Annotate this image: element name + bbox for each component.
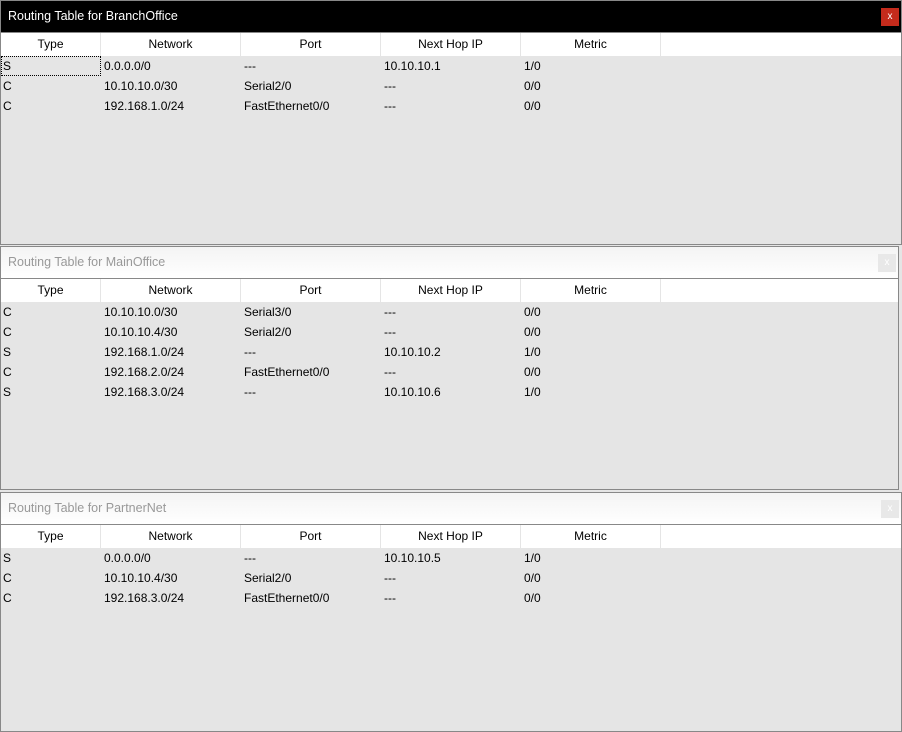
window-title-bar[interactable]: Routing Table for MainOffice x xyxy=(1,247,898,278)
table-row[interactable]: C 192.168.3.0/24 FastEthernet0/0 --- 0/0 xyxy=(1,588,901,608)
table-cell: 0.0.0.0/0 xyxy=(104,551,151,565)
table-cell: --- xyxy=(244,59,256,73)
table-cell: C xyxy=(3,99,12,113)
table-cell: --- xyxy=(384,571,396,585)
window-title: Routing Table for PartnerNet xyxy=(8,501,167,515)
table-cell: C xyxy=(3,591,12,605)
column-header[interactable]: Network xyxy=(101,279,241,302)
table-cell: 0/0 xyxy=(524,305,541,319)
table-row[interactable]: C 10.10.10.0/30 Serial2/0 --- 0/0 xyxy=(1,76,901,96)
close-button[interactable]: x xyxy=(878,254,896,272)
column-header[interactable]: Port xyxy=(241,525,381,548)
column-header[interactable]: Next Hop IP xyxy=(381,33,521,56)
table-cell: 10.10.10.1 xyxy=(384,59,441,73)
column-header[interactable]: Next Hop IP xyxy=(381,279,521,302)
table-cell: C xyxy=(3,365,12,379)
table-cell: 192.168.3.0/24 xyxy=(104,385,185,399)
table-cell: --- xyxy=(244,551,256,565)
window-title-bar[interactable]: Routing Table for PartnerNet x xyxy=(1,493,901,524)
table-cell: --- xyxy=(384,325,396,339)
table-cell: S xyxy=(3,551,12,565)
table-cell: 10.10.10.4/30 xyxy=(104,325,178,339)
table-cell: Serial2/0 xyxy=(244,571,292,585)
table-cell: 0/0 xyxy=(524,591,541,605)
table-cell: S xyxy=(1,56,101,76)
table-cell: Serial2/0 xyxy=(244,79,292,93)
column-header[interactable]: Port xyxy=(241,279,381,302)
column-header[interactable]: Next Hop IP xyxy=(381,525,521,548)
column-header[interactable]: Metric xyxy=(521,525,661,548)
table-row[interactable]: C 192.168.1.0/24 FastEthernet0/0 --- 0/0 xyxy=(1,96,901,116)
table-cell: 0/0 xyxy=(524,99,541,113)
table-row[interactable]: C 192.168.2.0/24 FastEthernet0/0 --- 0/0 xyxy=(1,362,898,382)
table-header: Type Network Port Next Hop IP Metric xyxy=(1,32,901,56)
routing-table-window-branchoffice: Routing Table for BranchOffice x Type Netwo… xyxy=(0,0,902,245)
table-cell: --- xyxy=(384,305,396,319)
table-header: Type Network Port Next Hop IP Metric xyxy=(1,278,898,302)
table-row[interactable]: C 10.10.10.4/30 Serial2/0 --- 0/0 xyxy=(1,322,898,342)
table-cell: Serial2/0 xyxy=(244,325,292,339)
table-cell: 0/0 xyxy=(524,365,541,379)
table-cell: 1/0 xyxy=(524,345,541,359)
table-cell: C xyxy=(3,325,12,339)
table-cell: 192.168.1.0/24 xyxy=(104,345,185,359)
table-cell: FastEthernet0/0 xyxy=(244,99,330,113)
table-cell: --- xyxy=(244,385,256,399)
table-cell: 1/0 xyxy=(524,551,541,565)
table-row[interactable]: C 10.10.10.4/30 Serial2/0 --- 0/0 xyxy=(1,568,901,588)
table-cell: 192.168.2.0/24 xyxy=(104,365,185,379)
routing-table-window-mainoffice: Routing Table for MainOffice x Type Network… xyxy=(0,246,899,490)
table-cell: FastEthernet0/0 xyxy=(244,365,330,379)
column-header[interactable]: Network xyxy=(101,33,241,56)
routing-table-window-partnernet: Routing Table for PartnerNet x Type Network… xyxy=(0,492,902,732)
window-title: Routing Table for BranchOffice xyxy=(8,9,178,23)
table-cell: --- xyxy=(244,345,256,359)
table-cell: 0/0 xyxy=(524,79,541,93)
table-cell: 10.10.10.2 xyxy=(384,345,441,359)
table-cell: S xyxy=(3,385,12,399)
table-row[interactable]: S 0.0.0.0/0 --- 10.10.10.1 1/0 xyxy=(1,56,901,76)
table-cell: --- xyxy=(384,365,396,379)
column-header[interactable]: Port xyxy=(241,33,381,56)
table-cell: C xyxy=(3,305,12,319)
window-title: Routing Table for MainOffice xyxy=(8,255,166,269)
table-cell: 10.10.10.5 xyxy=(384,551,441,565)
window-title-bar[interactable]: Routing Table for BranchOffice x xyxy=(1,1,901,32)
table-cell: 1/0 xyxy=(524,385,541,399)
table-header: Type Network Port Next Hop IP Metric xyxy=(1,524,901,548)
column-header[interactable]: Type xyxy=(1,279,101,302)
table-cell: C xyxy=(3,79,12,93)
table-cell: S xyxy=(3,345,12,359)
table-cell: 1/0 xyxy=(524,59,541,73)
table-cell: 192.168.1.0/24 xyxy=(104,99,185,113)
table-row[interactable]: S 192.168.1.0/24 --- 10.10.10.2 1/0 xyxy=(1,342,898,362)
column-header[interactable]: Type xyxy=(1,525,101,548)
table-cell: --- xyxy=(384,591,396,605)
column-header[interactable]: Type xyxy=(1,33,101,56)
table-cell: --- xyxy=(384,99,396,113)
table-row[interactable]: C 10.10.10.0/30 Serial3/0 --- 0/0 xyxy=(1,302,898,322)
close-button[interactable]: x xyxy=(881,8,899,26)
column-header[interactable]: Metric xyxy=(521,33,661,56)
table-cell: C xyxy=(3,571,12,585)
table-cell: 10.10.10.0/30 xyxy=(104,305,178,319)
table-cell: 10.10.10.4/30 xyxy=(104,571,178,585)
table-cell: 10.10.10.6 xyxy=(384,385,441,399)
close-button[interactable]: x xyxy=(881,500,899,518)
table-cell: --- xyxy=(384,79,396,93)
table-cell: 0/0 xyxy=(524,325,541,339)
table-cell: Serial3/0 xyxy=(244,305,292,319)
table-row[interactable]: S 192.168.3.0/24 --- 10.10.10.6 1/0 xyxy=(1,382,898,402)
table-cell: 192.168.3.0/24 xyxy=(104,591,185,605)
table-cell: 0/0 xyxy=(524,571,541,585)
column-header[interactable]: Network xyxy=(101,525,241,548)
column-header[interactable]: Metric xyxy=(521,279,661,302)
table-cell: 0.0.0.0/0 xyxy=(104,59,151,73)
table-row[interactable]: S 0.0.0.0/0 --- 10.10.10.5 1/0 xyxy=(1,548,901,568)
table-cell: 10.10.10.0/30 xyxy=(104,79,178,93)
table-cell: FastEthernet0/0 xyxy=(244,591,330,605)
